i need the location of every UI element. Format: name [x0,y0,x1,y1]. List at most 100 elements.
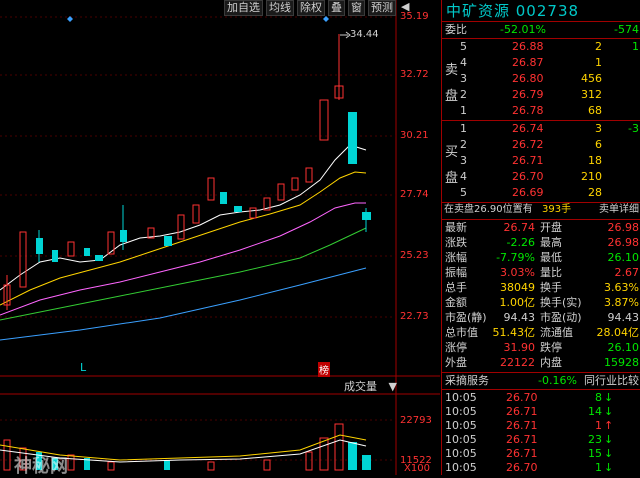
stat-value: 94.43 [607,311,640,324]
tick-price: 26.71 [506,419,538,432]
kline-chart[interactable] [0,0,440,475]
sell-price: 26.78 [512,104,544,117]
arrow-down-icon: ↓ [604,391,614,404]
stat-label: 市盈(动) [540,311,582,324]
tick-row: 10:05 26.71 23 ↓ [442,433,640,447]
arrow-down-icon: ↓ [604,433,614,446]
tick-row: 10:05 26.70 8 ↓ [442,391,640,405]
tick-price: 26.71 [506,405,538,418]
high-price-marker: 34.44 [350,29,379,40]
stat-row: 涨跌 -2.26 最高 26.98 [442,236,640,250]
volume-selector-label: 成交量 [344,380,377,393]
sell-level: 4 [460,56,467,69]
watermark: 神秘网 [14,456,68,477]
stat-label: 总市值 [445,326,478,339]
buy-order-row[interactable]: 3 26.71 18 [442,154,640,168]
order-position-qty: 393手 [542,204,572,215]
overlay-button[interactable]: 叠 [328,0,345,16]
sell-volume: 1 [595,56,602,69]
sell-volume: 2 [595,40,602,53]
buy-order-row[interactable]: 2 26.72 6 [442,138,640,152]
low-marker: L [80,361,87,374]
stat-row: 总市值 51.43亿 流通值 28.04亿 [442,326,640,340]
stat-label: 内盘 [540,356,562,369]
buy-volume: 18 [588,154,602,167]
forecast-button[interactable]: 预测 [368,0,396,16]
stat-value: 2.67 [614,266,640,279]
window-button[interactable]: 窗 [348,0,365,16]
sell-order-row[interactable]: 1 26.78 68 [442,104,640,118]
sell-order-row[interactable]: 5 26.88 2 1 [442,40,640,54]
stat-row: 市盈(静) 94.43 市盈(动) 94.43 [442,311,640,325]
tick-volume: 14 [588,405,602,418]
stat-label: 换手(实) [540,296,582,309]
sell-volume: 312 [581,88,602,101]
sector-pct: -0.16% [538,374,577,387]
tick-price: 26.70 [506,461,538,474]
weibi-label: 委比 [445,23,467,36]
buy-level: 2 [460,138,467,151]
weibi-row: 委比 -52.01% -574 [442,23,640,37]
stat-label: 开盘 [540,221,562,234]
exright-button[interactable]: 除权 [297,0,325,16]
stock-title: 中矿资源 002738 [446,2,580,20]
buy-order-row[interactable]: 1 26.74 3 -3 [442,122,640,136]
tick-volume: 1 [595,461,602,474]
order-position-row[interactable]: 在卖盘26.90位置有 393手 卖单详细 [442,203,640,217]
tab-service[interactable]: 采摘服务 [445,374,489,388]
tick-row: 10:05 26.71 1 ↑ [442,419,640,433]
arrow-down-icon: ↓ [604,461,614,474]
volume-selector[interactable]: 成交量 ▼ [344,378,397,394]
tab-peer-compare[interactable]: 同行业比较 [584,374,639,388]
stat-value: 26.10 [607,341,640,354]
tick-volume: 15 [588,447,602,460]
order-position-text: 在卖盘26.90位置有 [444,204,533,215]
stat-label: 涨幅 [445,251,467,264]
bottom-tabs: 采摘服务 -0.16% 同行业比较 [442,374,640,388]
tick-volume: 23 [588,433,602,446]
stat-row: 涨停 31.90 跌停 26.10 [442,341,640,355]
ma5-line [0,144,367,291]
sell-level: 1 [460,104,467,117]
stat-row: 最新 26.74 开盘 26.98 [442,221,640,235]
tick-price: 26.71 [506,433,538,446]
buy-price: 26.74 [512,122,544,135]
order-detail-link[interactable]: 卖单详细 [599,203,639,217]
stat-label: 最高 [540,236,562,249]
ma30-line [0,227,367,321]
quote-panel: 中矿资源 002738 委比 -52.01% -574 卖 盘 买 盘 在卖盘2… [441,0,640,475]
stat-value: 1.00亿 [499,296,536,309]
stat-value: 15928 [604,356,639,369]
buy-volume: 210 [581,170,602,183]
ma-button[interactable]: 均线 [266,0,294,16]
sell-volume: 68 [588,104,602,117]
sell-order-row[interactable]: 3 26.80 456 [442,72,640,86]
tick-time: 10:05 [445,447,477,460]
buy-level: 5 [460,186,467,199]
sell-price: 26.80 [512,72,544,85]
tick-price: 26.70 [506,391,538,404]
tick-time: 10:05 [445,419,477,432]
tick-time: 10:05 [445,405,477,418]
stat-value: 94.43 [503,311,536,324]
tick-time: 10:05 [445,461,477,474]
stat-value: 28.04亿 [596,326,640,339]
buy-order-row[interactable]: 5 26.69 28 [442,186,640,200]
buy-order-row[interactable]: 4 26.70 210 [442,170,640,184]
stat-label: 量比 [540,266,562,279]
sell-level: 5 [460,40,467,53]
bang-badge[interactable]: 榜 [318,362,330,377]
buy-volume: 6 [595,138,602,151]
sell-price: 26.79 [512,88,544,101]
stat-label: 总手 [445,281,467,294]
stat-value: -2.26 [506,236,535,249]
sell-order-row[interactable]: 4 26.87 1 [442,56,640,70]
stat-label: 流通值 [540,326,573,339]
stat-row: 金额 1.00亿 换手(实) 3.87% [442,296,640,310]
stat-value: 26.98 [607,236,640,249]
sell-order-row[interactable]: 2 26.79 312 [442,88,640,102]
stat-row: 涨幅 -7.79% 最低 26.10 [442,251,640,265]
stat-label: 外盘 [445,356,467,369]
stat-label: 市盈(静) [445,311,487,324]
add-watchlist-button[interactable]: 加自选 [224,0,263,16]
